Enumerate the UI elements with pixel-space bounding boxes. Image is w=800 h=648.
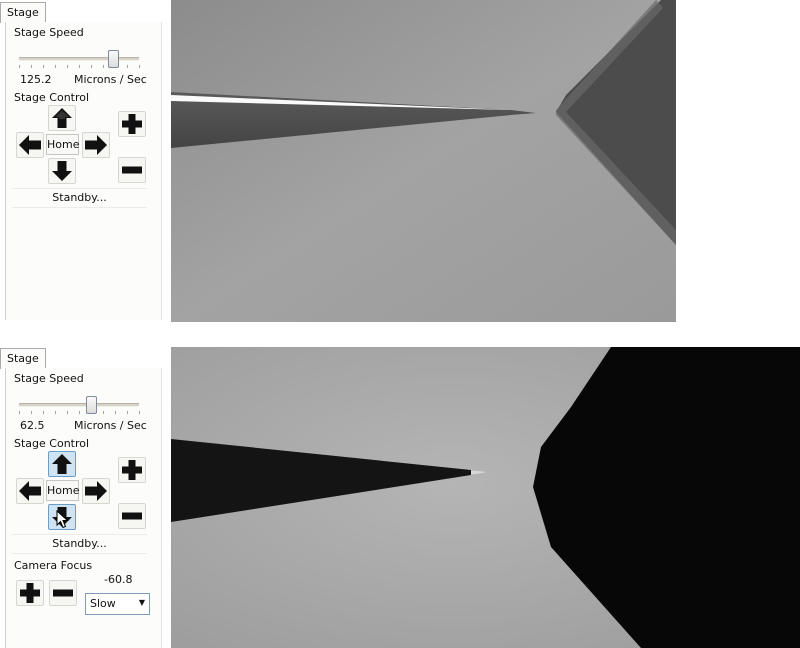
bottom-speed-slider-thumb[interactable]: [86, 396, 97, 414]
arrow-down-icon: [52, 161, 72, 181]
slider-tick: [55, 411, 56, 414]
bottom-stage-speed-label: Stage Speed: [14, 372, 84, 385]
focus-speed-select[interactable]: Slow ▼: [85, 593, 150, 615]
slider-tick: [115, 411, 116, 414]
bottom-stage-tab[interactable]: Stage: [0, 348, 46, 369]
top-speed-units: Microns / Sec: [74, 73, 147, 86]
slider-tick: [19, 65, 20, 68]
slider-tick: [55, 65, 56, 68]
arrow-left-icon: [19, 135, 41, 155]
top-status-text: Standby...: [12, 188, 147, 208]
slider-tick: [31, 411, 32, 414]
slider-tick: [91, 65, 92, 68]
top-z-minus-button[interactable]: [118, 157, 146, 183]
bottom-stage-control-label: Stage Control: [14, 437, 90, 450]
slider-tick: [103, 411, 104, 414]
top-move-down-button[interactable]: [48, 158, 76, 184]
slider-tick: [19, 411, 20, 414]
focus-minus-button[interactable]: [49, 580, 77, 606]
top-camera-view: [171, 0, 676, 322]
bottom-speed-slider-track[interactable]: [19, 403, 139, 407]
camera-focus-label: Camera Focus: [14, 559, 93, 572]
bottom-home-button[interactable]: Home: [46, 480, 79, 501]
minus-icon: [122, 512, 142, 520]
slider-tick: [79, 411, 80, 414]
minus-icon: [53, 589, 73, 597]
slider-tick: [127, 411, 128, 414]
top-speed-slider-track[interactable]: [19, 57, 139, 61]
bottom-move-left-button[interactable]: [16, 478, 44, 504]
top-move-right-button[interactable]: [82, 132, 110, 158]
slider-tick: [67, 65, 68, 68]
bottom-speed-units: Microns / Sec: [74, 419, 147, 432]
top-stage-control-label: Stage Control: [14, 91, 90, 104]
top-stage-tab-label: Stage: [7, 6, 39, 19]
slider-tick: [43, 65, 44, 68]
top-speed-value: 125.2: [20, 73, 52, 86]
top-stage-tab[interactable]: Stage: [0, 2, 46, 23]
top-move-up-button[interactable]: [48, 105, 76, 131]
arrow-up-icon: [52, 454, 72, 474]
arrow-right-icon: [85, 135, 107, 155]
plus-icon: [122, 460, 142, 480]
slider-tick: [103, 65, 104, 68]
slider-tick: [43, 411, 44, 414]
bottom-z-plus-button[interactable]: [118, 457, 146, 483]
slider-tick: [139, 411, 140, 414]
slider-tick: [67, 411, 68, 414]
minus-icon: [122, 166, 142, 174]
focus-value: -60.8: [104, 573, 133, 586]
bottom-stage-tab-label: Stage: [7, 352, 39, 365]
arrow-left-icon: [19, 481, 41, 501]
slider-tick: [31, 65, 32, 68]
top-z-plus-button[interactable]: [118, 111, 146, 137]
bottom-status-text: Standby...: [12, 534, 147, 554]
slider-tick: [127, 65, 128, 68]
focus-plus-button[interactable]: [16, 580, 44, 606]
plus-icon: [122, 114, 142, 134]
top-home-button[interactable]: Home: [46, 134, 79, 155]
bottom-camera-image: [171, 347, 800, 648]
bottom-z-minus-button[interactable]: [118, 503, 146, 529]
top-speed-slider-thumb[interactable]: [107, 50, 119, 68]
top-move-left-button[interactable]: [16, 132, 44, 158]
bottom-move-right-button[interactable]: [82, 478, 110, 504]
arrow-right-icon: [85, 481, 107, 501]
arrow-up-icon: [52, 108, 72, 128]
focus-speed-selected: Slow: [90, 597, 116, 610]
plus-icon: [20, 583, 40, 603]
bottom-speed-value: 62.5: [20, 419, 45, 432]
top-camera-image: [171, 0, 676, 322]
top-stage-speed-label: Stage Speed: [14, 26, 84, 39]
chevron-down-icon: ▼: [138, 598, 145, 607]
mouse-cursor-icon: [56, 510, 69, 529]
slider-tick: [139, 65, 140, 68]
bottom-camera-view: [171, 347, 800, 648]
bottom-move-up-button[interactable]: [48, 451, 76, 477]
slider-tick: [79, 65, 80, 68]
